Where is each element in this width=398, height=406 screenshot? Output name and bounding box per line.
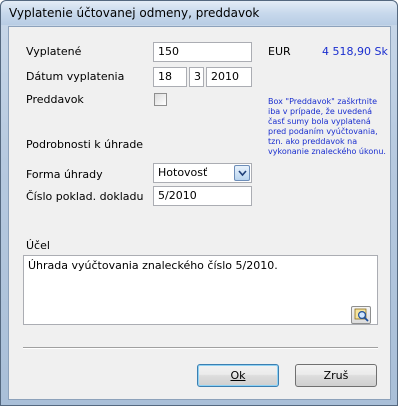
payment-form-value: Hotovosť bbox=[158, 166, 208, 179]
date-label: Dátum vyplatenia bbox=[26, 70, 125, 83]
receipt-number-label: Číslo poklad. dokladu bbox=[26, 190, 144, 203]
window-title: Vyplatenie účtovanej odmeny, preddavok bbox=[9, 6, 260, 20]
paid-amount-input[interactable]: 150 bbox=[153, 42, 252, 62]
dialog-window: Vyplatenie účtovanej odmeny, preddavok V… bbox=[0, 0, 398, 406]
ok-button-label: Ok bbox=[230, 369, 246, 382]
date-year-input[interactable]: 2010 bbox=[206, 67, 252, 87]
payment-details-heading: Podrobnosti k úhrade bbox=[26, 138, 144, 151]
advance-checkbox[interactable] bbox=[154, 93, 167, 106]
currency-label: EUR bbox=[268, 45, 291, 58]
payment-form-label: Forma úhrady bbox=[26, 168, 103, 181]
purpose-label: Účel bbox=[26, 239, 50, 252]
paid-label: Vyplatené bbox=[26, 45, 82, 58]
date-day-input[interactable]: 18 bbox=[153, 67, 187, 87]
separator bbox=[23, 347, 378, 349]
date-month-input[interactable]: 3 bbox=[189, 67, 204, 87]
advance-label: Preddavok bbox=[26, 93, 84, 106]
title-bar[interactable]: Vyplatenie účtovanej odmeny, preddavok bbox=[1, 1, 397, 25]
ok-button[interactable]: Ok bbox=[197, 364, 279, 387]
advance-help-text: Box "Preddavok" zaškrtnite iba v prípade… bbox=[268, 97, 386, 156]
cancel-button[interactable]: Zruš bbox=[295, 364, 377, 387]
search-icon bbox=[354, 308, 369, 322]
chevron-down-icon[interactable] bbox=[234, 165, 250, 181]
purpose-textarea[interactable]: Úhrada vyúčtovania znaleckého číslo 5/20… bbox=[23, 255, 378, 325]
converted-amount: 4 518,90 Sk bbox=[322, 45, 388, 58]
payment-form-select[interactable]: Hotovosť bbox=[153, 163, 252, 183]
cancel-button-label: Zruš bbox=[323, 369, 349, 382]
lookup-button[interactable] bbox=[351, 306, 371, 324]
dialog-body: Vyplatené 150 EUR 4 518,90 Sk Dátum vypl… bbox=[8, 26, 391, 400]
receipt-number-input[interactable]: 5/2010 bbox=[153, 186, 252, 206]
